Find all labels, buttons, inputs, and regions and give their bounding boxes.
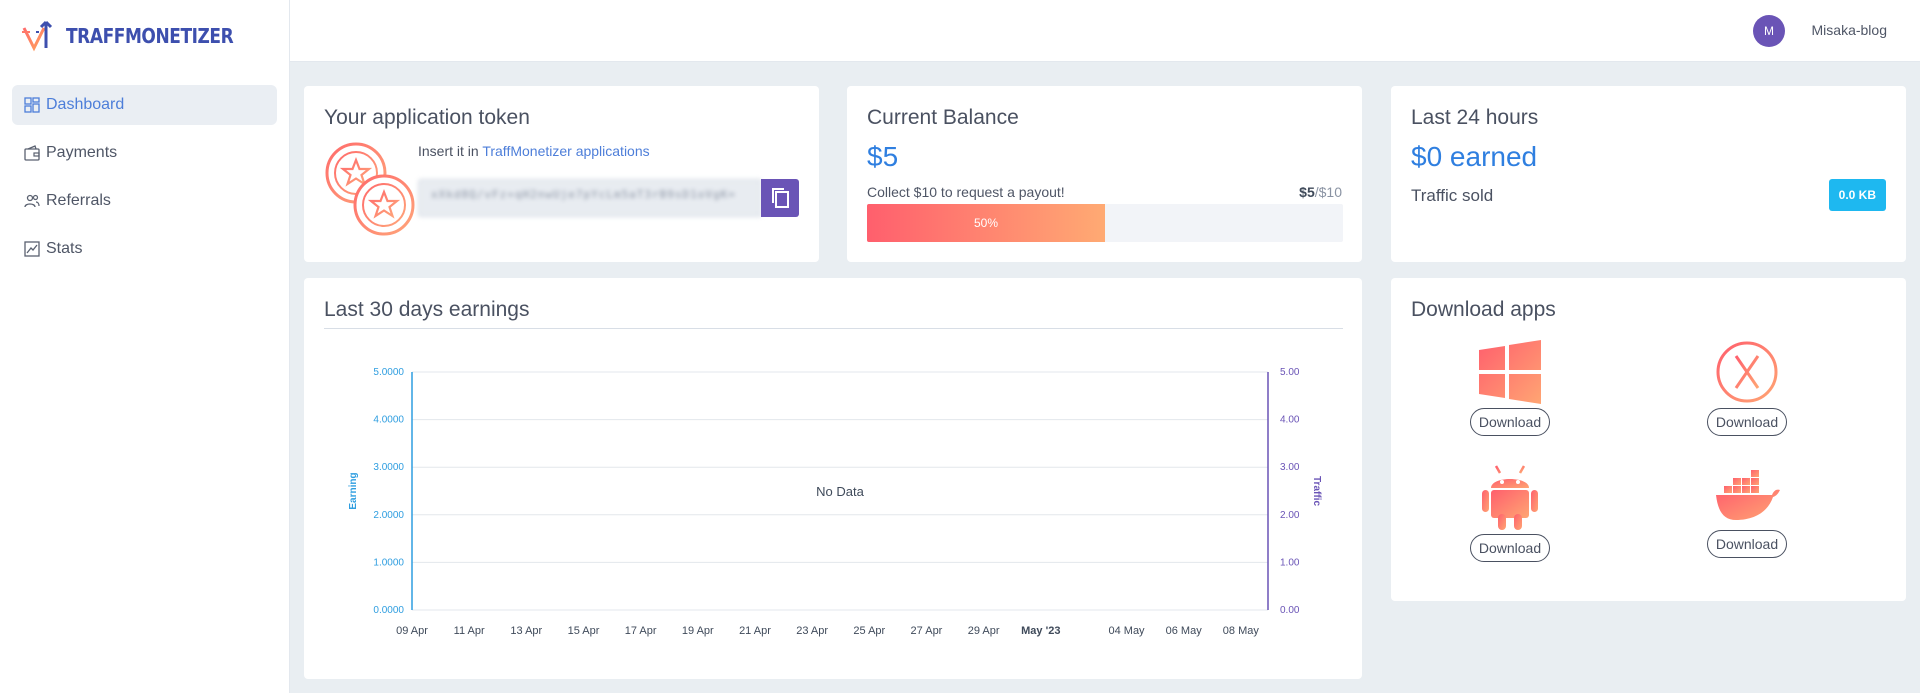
card-title: Your application token	[324, 106, 530, 129]
token-field[interactable]: xXkd8Q/vFz+qH2nwUje7pYcLm5aT3rB9sD1oVgK=	[418, 179, 761, 217]
y-tick-label: 5.0000	[373, 367, 404, 378]
y-tick-label: 1.0000	[373, 557, 404, 568]
windows-icon	[1479, 340, 1541, 404]
sidebar-nav: Dashboard Payments Referrals Stats	[12, 85, 277, 277]
logo-text: TRAFFMONETIZER	[66, 24, 234, 48]
user-name[interactable]: Misaka-blog	[1812, 22, 1887, 38]
android-icon	[1482, 465, 1538, 530]
y2-tick-label: 0.00	[1280, 605, 1300, 616]
sidebar: TRAFFMONETIZER Dashboard Payments Referr…	[0, 0, 290, 693]
token-instructions: Insert it in TraffMonetizer applications	[418, 143, 650, 159]
download-apps-card: Download apps Download Download Download	[1391, 278, 1906, 601]
payout-progress-bar: 50%	[867, 204, 1343, 242]
application-token-card: Your application token Insert it in Traf…	[304, 86, 819, 262]
progress-label: 50%	[973, 216, 999, 230]
logo[interactable]: TRAFFMONETIZER	[22, 14, 263, 58]
wallet-icon	[24, 145, 40, 161]
y-tick-label: 4.0000	[373, 415, 404, 426]
traffic-badge: 0.0 KB	[1828, 179, 1886, 211]
sidebar-item-referrals[interactable]: Referrals	[12, 181, 277, 221]
x-tick-label: 17 Apr	[625, 625, 657, 637]
app-macos: Download	[1702, 340, 1792, 436]
app-windows: Download	[1465, 340, 1555, 436]
sidebar-item-label: Payments	[46, 144, 118, 161]
copy-token-button[interactable]	[761, 179, 799, 217]
x-tick-label: 23 Apr	[796, 625, 828, 637]
sidebar-item-stats[interactable]: Stats	[12, 229, 277, 269]
x-tick-label: 27 Apr	[911, 625, 943, 637]
y-tick-label: 0.0000	[373, 605, 404, 616]
x-tick-label: 06 May	[1166, 625, 1203, 637]
sidebar-item-label: Dashboard	[46, 96, 125, 113]
payout-hint: Collect $10 to request a payout!	[867, 184, 1065, 200]
app-docker: Download	[1702, 464, 1792, 558]
traffic-sold-label: Traffic sold	[1411, 186, 1494, 205]
docker-icon	[1716, 470, 1780, 520]
x-tick-label: May '23	[1021, 625, 1060, 637]
download-macos-button[interactable]: Download	[1706, 408, 1788, 436]
sidebar-item-payments[interactable]: Payments	[12, 133, 277, 173]
balance-value: $5	[867, 141, 899, 172]
applications-link[interactable]: TraffMonetizer applications	[482, 143, 649, 159]
x-tick-label: 13 Apr	[510, 625, 542, 637]
card-title: Download apps	[1411, 298, 1556, 321]
earned-value: $0 earned	[1411, 141, 1538, 172]
x-tick-label: 25 Apr	[853, 625, 885, 637]
y-axis-title: Earning	[348, 472, 359, 509]
y2-axis-title: Traffic	[1311, 476, 1322, 506]
y2-tick-label: 2.00	[1280, 510, 1300, 521]
coins-icon	[325, 142, 415, 236]
ratio-target: /$10	[1314, 184, 1342, 200]
app-android: Download	[1465, 464, 1555, 562]
logo-icon	[22, 20, 53, 52]
download-android-button[interactable]: Download	[1469, 534, 1551, 562]
last-24-hours-card: Last 24 hours $0 earned Traffic sold 0.0…	[1391, 86, 1906, 262]
macos-x-icon	[1716, 341, 1778, 403]
earnings-chart[interactable]: 0.0000 1.0000 2.0000 3.0000 4.0000 5.0000 0.00…	[304, 278, 1362, 679]
x-tick-label: 15 Apr	[568, 625, 600, 637]
x-tick-label: 11 Apr	[454, 625, 485, 637]
download-docker-button[interactable]: Download	[1706, 530, 1788, 558]
sidebar-item-dashboard[interactable]: Dashboard	[12, 85, 277, 125]
x-tick-label: 19 Apr	[682, 625, 714, 637]
y2-tick-label: 3.00	[1280, 462, 1300, 473]
payout-ratio: $5/$10	[1299, 184, 1342, 200]
progress-fill: 50%	[867, 204, 1105, 242]
download-windows-button[interactable]: Download	[1469, 408, 1551, 436]
y-tick-label: 3.0000	[373, 462, 404, 473]
no-data-label: No Data	[816, 484, 864, 499]
earnings-chart-card: Last 30 days earnings 0.0000 1.0000 2.0000…	[304, 278, 1362, 679]
card-title: Last 24 hours	[1411, 106, 1539, 129]
x-tick-label: 09 Apr	[396, 625, 428, 637]
chart-icon	[24, 241, 40, 257]
sidebar-item-label: Stats	[46, 240, 83, 257]
x-tick-label: 04 May	[1108, 625, 1145, 637]
ratio-current: $5	[1299, 184, 1315, 200]
y2-tick-label: 4.00	[1280, 415, 1300, 426]
avatar[interactable]: M	[1753, 15, 1785, 47]
top-bar: M Misaka-blog	[290, 0, 1920, 62]
card-title: Current Balance	[867, 106, 1019, 129]
x-tick-label: 21 Apr	[739, 625, 771, 637]
current-balance-card: Current Balance $5 Collect $10 to reques…	[847, 86, 1362, 262]
copy-icon	[772, 188, 789, 208]
sidebar-item-label: Referrals	[46, 192, 111, 209]
y-tick-label: 2.0000	[373, 510, 404, 521]
y2-tick-label: 1.00	[1280, 557, 1300, 568]
y2-tick-label: 5.00	[1280, 367, 1300, 378]
x-tick-label: 08 May	[1223, 625, 1260, 637]
dashboard-icon	[24, 97, 40, 113]
x-tick-label: 29 Apr	[968, 625, 1000, 637]
users-icon	[24, 194, 40, 208]
instructions-text: Insert it in	[418, 143, 483, 159]
